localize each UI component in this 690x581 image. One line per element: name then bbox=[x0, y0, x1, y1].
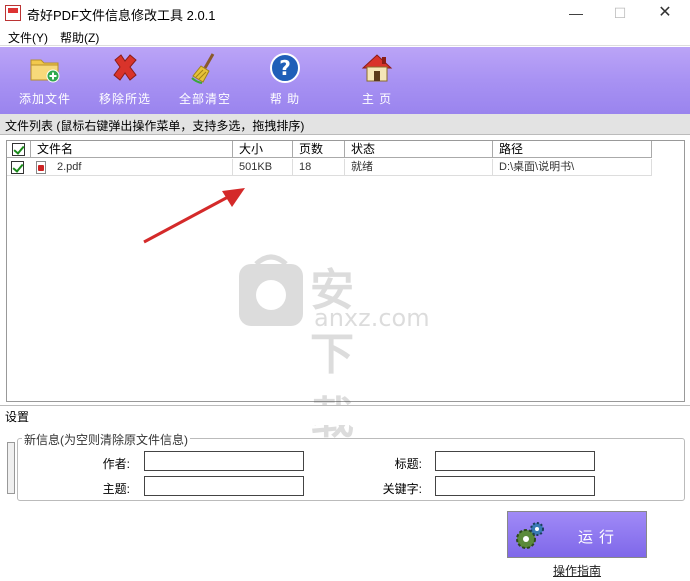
row-status: 就绪 bbox=[345, 159, 493, 176]
run-button[interactable]: 运行 bbox=[507, 511, 647, 558]
collapse-strip[interactable] bbox=[7, 442, 15, 494]
file-list-header-bar: 文件列表 (鼠标右键弹出操作菜单，支持多选，拖拽排序) bbox=[0, 114, 690, 135]
row-checkbox[interactable] bbox=[11, 161, 24, 174]
select-all-checkbox[interactable] bbox=[12, 143, 25, 156]
author-label: 作者: bbox=[102, 457, 130, 471]
guide-link[interactable]: 操作指南 bbox=[553, 562, 601, 579]
keywords-label: 关键字: bbox=[382, 482, 422, 496]
remove-selected-label: 移除所选 bbox=[98, 92, 151, 106]
run-label: 运行 bbox=[578, 529, 621, 546]
broom-icon bbox=[191, 53, 215, 84]
red-x-icon bbox=[113, 54, 137, 81]
title-bar: 奇好PDF文件信息修改工具 2.0.1 — ☐ ✕ bbox=[0, 0, 690, 27]
help-button[interactable]: ? 帮 助 bbox=[250, 52, 320, 110]
column-size[interactable]: 大小 bbox=[233, 141, 293, 158]
column-path[interactable]: 路径 bbox=[493, 141, 652, 158]
file-list-columns: 文件名 大小 页数 状态 路径 bbox=[7, 141, 652, 158]
row-name: 2.pdf bbox=[51, 159, 233, 176]
column-name[interactable]: 文件名 bbox=[31, 141, 233, 158]
help-icon: ? bbox=[270, 53, 300, 83]
close-button[interactable]: ✕ bbox=[645, 3, 685, 23]
maximize-button[interactable]: ☐ bbox=[600, 3, 640, 23]
column-status[interactable]: 状态 bbox=[345, 141, 493, 158]
table-row[interactable]: 2.pdf 501KB 18 就绪 D:\桌面\说明书\ bbox=[7, 159, 652, 176]
clear-all-button[interactable]: 全部清空 bbox=[170, 52, 240, 110]
file-list-title: 文件列表 (鼠标右键弹出操作菜单，支持多选，拖拽排序) bbox=[5, 119, 305, 133]
home-label: 主 页 bbox=[361, 92, 393, 106]
home-icon bbox=[361, 54, 393, 82]
new-info-legend: 新信息(为空则清除原文件信息) bbox=[22, 431, 190, 448]
shield-bag-icon bbox=[239, 254, 303, 326]
add-files-button[interactable]: 添加文件 bbox=[10, 52, 80, 110]
help-label: 帮 助 bbox=[269, 92, 301, 106]
keywords-input[interactable] bbox=[435, 476, 595, 496]
svg-text:?: ? bbox=[279, 56, 291, 80]
watermark-sub: anxz.com bbox=[314, 304, 430, 332]
minimize-button[interactable]: — bbox=[556, 3, 596, 23]
author-input[interactable] bbox=[144, 451, 304, 471]
clear-all-label: 全部清空 bbox=[178, 92, 231, 106]
home-button[interactable]: 主 页 bbox=[342, 52, 412, 110]
pdf-file-icon bbox=[36, 161, 46, 174]
row-pages: 18 bbox=[293, 159, 345, 176]
gears-icon bbox=[516, 522, 544, 549]
menu-bar: 文件(Y) 帮助(Z) bbox=[0, 27, 690, 46]
folder-add-icon bbox=[30, 59, 60, 83]
window-title: 奇好PDF文件信息修改工具 2.0.1 bbox=[27, 8, 216, 23]
red-arrow-annotation bbox=[143, 188, 245, 244]
subject-input[interactable] bbox=[144, 476, 304, 496]
row-size: 501KB bbox=[233, 159, 293, 176]
settings-title: 设置 bbox=[5, 410, 30, 424]
title-label: 标题: bbox=[394, 457, 422, 471]
toolbar: 添加文件 移除所选 全部清空 ? 帮 助 主 页 bbox=[0, 47, 690, 114]
remove-selected-button[interactable]: 移除所选 bbox=[90, 52, 160, 110]
subject-label: 主题: bbox=[102, 482, 130, 496]
watermark: 安下载 anxz.com bbox=[236, 250, 430, 444]
column-pages[interactable]: 页数 bbox=[293, 141, 345, 158]
settings-bar: 设置 bbox=[0, 405, 690, 425]
menu-file[interactable]: 文件(Y) bbox=[8, 29, 48, 46]
add-files-label: 添加文件 bbox=[18, 92, 71, 106]
title-input[interactable] bbox=[435, 451, 595, 471]
menu-help[interactable]: 帮助(Z) bbox=[60, 29, 99, 46]
select-all-column[interactable] bbox=[7, 141, 31, 158]
row-path: D:\桌面\说明书\ bbox=[493, 159, 652, 176]
app-pdf-icon bbox=[5, 5, 21, 21]
